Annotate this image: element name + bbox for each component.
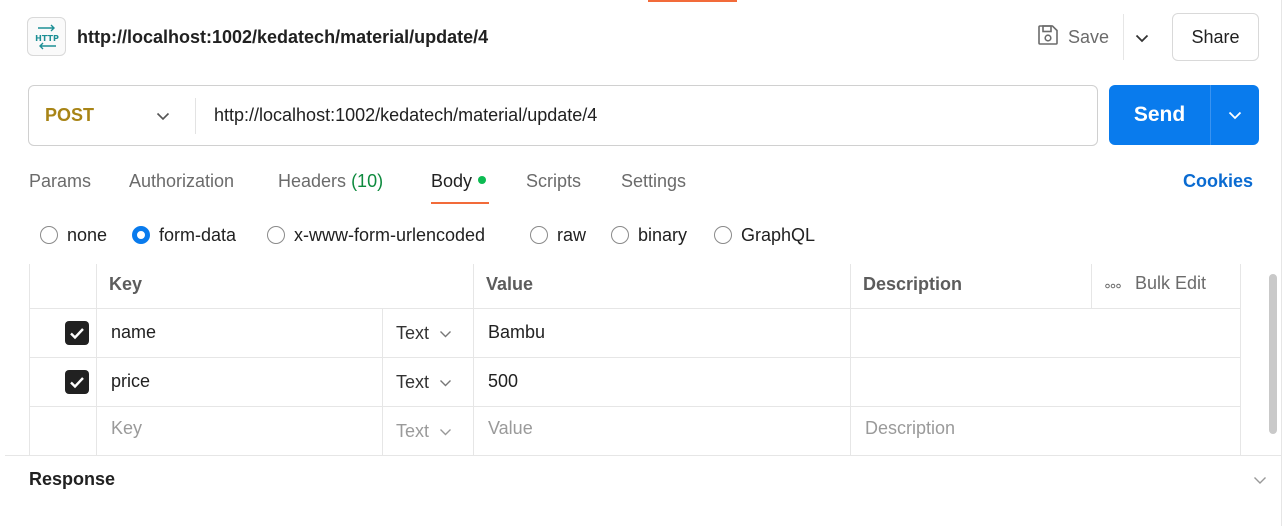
tab-headers-label: Headers [278,171,347,191]
save-label: Save [1068,26,1110,47]
table-row-key[interactable]: name [111,322,156,343]
radio-none-label: none [67,224,108,245]
radio-circle-icon [611,226,629,244]
column-header-description: Description [863,274,963,294]
row-type-select[interactable]: Text [396,372,452,393]
radio-circle-icon [530,226,548,244]
request-title[interactable]: http://localhost:1002/kedatech/material/… [77,27,488,48]
checkmark-icon [70,327,84,339]
svg-text:HTTP: HTTP [35,34,59,43]
table-col-divider [1240,264,1241,455]
radio-circle-icon [267,226,285,244]
radio-selected-icon [132,226,150,244]
chevron-down-icon [440,379,452,386]
method-chevron-down-icon[interactable] [151,104,175,128]
table-scrollbar[interactable] [1269,274,1277,434]
new-key-input[interactable]: Key [111,418,142,439]
column-header-key: Key [109,274,143,294]
http-request-icon: HTTP [27,17,66,56]
table-col-divider [96,264,97,455]
tab-authorization[interactable]: Authorization [129,171,234,192]
tab-params[interactable]: Params [29,171,91,192]
cookies-link[interactable]: Cookies [1183,171,1253,192]
radio-graphql[interactable]: GraphQL [714,224,815,246]
radio-binary[interactable]: binary [611,224,687,246]
table-col-divider [382,308,383,455]
floppy-disk-icon [1036,23,1060,52]
radio-graphql-label: GraphQL [741,224,816,245]
table-col-divider [850,264,851,455]
response-panel-title[interactable]: Response [29,469,115,490]
save-options-chevron-down-icon[interactable] [1130,26,1154,50]
chevron-down-icon [440,330,452,337]
table-row-value[interactable]: Bambu [488,322,545,343]
new-description-input[interactable]: Description [865,418,955,439]
table-row-divider [29,357,1241,358]
column-header-value: Value [486,274,534,294]
url-bar: POST [28,85,1098,146]
send-button-group: Send [1109,85,1259,145]
response-chevron-down-icon[interactable] [1248,469,1272,491]
table-col-divider [473,264,474,455]
radio-urlencoded[interactable]: x-www-form-urlencoded [267,224,485,246]
table-row-divider [29,308,1241,309]
table-row-value[interactable]: 500 [488,371,518,392]
table-col-divider [29,264,30,455]
radio-form-data-label: form-data [159,224,237,245]
share-button[interactable]: Share [1172,13,1259,61]
save-button[interactable]: Save [1036,22,1109,52]
radio-form-data[interactable]: form-data [132,224,236,246]
tab-body-underline [431,202,489,204]
headers-count-badge: (10) [351,171,384,191]
tab-scripts[interactable]: Scripts [526,171,581,192]
row-enabled-checkbox[interactable] [65,321,89,345]
radio-urlencoded-label: x-www-form-urlencoded [294,224,486,245]
response-divider [5,455,1281,456]
row-type-label: Text [396,323,430,343]
tab-settings[interactable]: Settings [621,171,686,192]
radio-circle-icon [714,226,732,244]
tab-body-label: Body [431,171,473,191]
table-row-divider [29,406,1241,407]
tab-headers[interactable]: Headers (10) [278,171,383,192]
table-row-key[interactable]: price [111,371,150,392]
checkmark-icon [70,376,84,388]
table-col-divider [1091,264,1092,308]
tab-body[interactable]: Body [431,171,487,192]
header-divider [1123,14,1124,60]
row-type-select[interactable]: Text [396,323,452,344]
send-button[interactable]: Send [1109,85,1210,145]
radio-raw-label: raw [557,224,587,245]
chevron-down-icon [440,428,452,435]
row-type-label: Text [396,421,430,441]
form-data-table: Key Value Description Bulk Edit name Tex… [29,264,1241,455]
ellipsis-icon [1105,273,1121,294]
radio-circle-icon [40,226,58,244]
url-input[interactable] [214,86,1084,145]
new-value-input[interactable]: Value [488,418,533,439]
body-indicator-dot [478,176,487,184]
row-enabled-checkbox[interactable] [65,370,89,394]
radio-raw[interactable]: raw [530,224,586,246]
request-header: HTTP http://localhost:1002/kedatech/mate… [0,0,1282,74]
url-divider [195,98,196,134]
bulk-edit-label: Bulk Edit [1135,273,1207,293]
send-options-chevron-down-icon[interactable] [1211,85,1259,145]
row-type-label: Text [396,372,430,392]
radio-binary-label: binary [638,224,688,245]
bulk-edit-button[interactable]: Bulk Edit [1105,273,1206,294]
radio-none[interactable]: none [40,224,107,246]
new-row-type-select[interactable]: Text [396,421,452,442]
